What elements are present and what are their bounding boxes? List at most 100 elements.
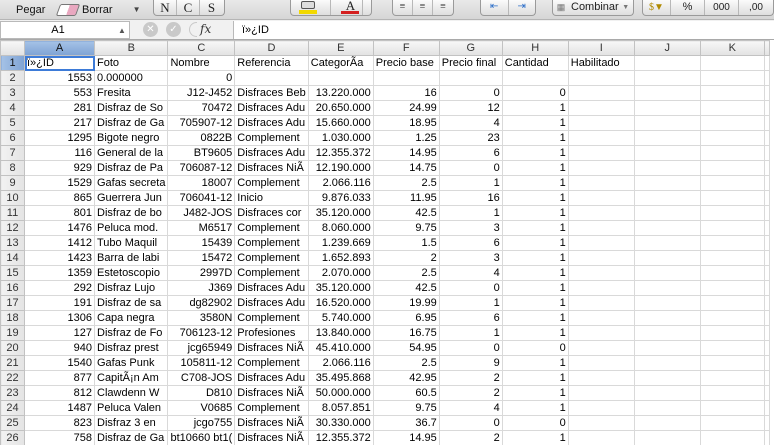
cell[interactable]: 2	[438, 370, 503, 386]
row-header[interactable]: 21	[0, 355, 25, 371]
align-center-icon[interactable]: ≡	[413, 0, 433, 15]
cell[interactable]: 0	[501, 415, 569, 431]
cell[interactable]	[699, 280, 765, 296]
cell[interactable]	[567, 85, 635, 101]
cell[interactable]	[763, 370, 770, 386]
cell[interactable]	[763, 415, 770, 431]
cell[interactable]	[567, 160, 635, 176]
cell[interactable]	[633, 295, 701, 311]
cell[interactable]: 0	[501, 85, 569, 101]
cell[interactable]: Capa negra	[93, 310, 169, 326]
cell[interactable]: 1	[501, 400, 569, 416]
cell[interactable]	[763, 175, 770, 191]
cell[interactable]: Disfraz de Fo	[93, 325, 169, 341]
cell[interactable]: 1	[438, 295, 503, 311]
cell[interactable]	[763, 400, 770, 416]
cell[interactable]	[763, 130, 770, 146]
row-header[interactable]: 26	[0, 430, 25, 445]
cell[interactable]: 1540	[24, 355, 95, 371]
cell[interactable]: 11.95	[372, 190, 440, 206]
cell[interactable]	[633, 115, 701, 131]
cell[interactable]: Habilitado	[567, 55, 635, 71]
cell[interactable]	[763, 205, 770, 221]
row-header[interactable]: 8	[0, 160, 25, 176]
cell[interactable]: 9.75	[372, 220, 440, 236]
cell[interactable]: Disfraz de Pa	[93, 160, 169, 176]
cell[interactable]: 23	[438, 130, 503, 146]
row-header[interactable]: 2	[0, 70, 25, 86]
cell[interactable]	[763, 340, 770, 356]
cell[interactable]	[633, 310, 701, 326]
cell[interactable]: Disfraz de bo	[93, 205, 169, 221]
cell[interactable]	[633, 265, 701, 281]
row-header[interactable]: 12	[0, 220, 25, 236]
cell[interactable]: Complement	[234, 250, 309, 266]
cell[interactable]: Disfraces Adu	[234, 115, 309, 131]
cell[interactable]: 8.057.851	[307, 400, 374, 416]
column-header[interactable]: B	[93, 40, 169, 56]
cell[interactable]: 1	[501, 145, 569, 161]
cell[interactable]: 1	[501, 205, 569, 221]
cell[interactable]: 19.99	[372, 295, 440, 311]
cell[interactable]: BT9605	[167, 145, 236, 161]
function-button[interactable]: fx	[200, 22, 211, 36]
cell[interactable]: 0	[438, 415, 503, 431]
cell[interactable]	[633, 235, 701, 251]
cell[interactable]	[763, 145, 770, 161]
cell[interactable]: 553	[24, 85, 95, 101]
cell[interactable]	[567, 370, 635, 386]
cell[interactable]: 877	[24, 370, 95, 386]
cell[interactable]	[699, 325, 765, 341]
font-color-button[interactable]: A	[331, 0, 371, 15]
cell[interactable]: 24.99	[372, 100, 440, 116]
confirm-icon[interactable]: ✓	[166, 22, 181, 37]
cell[interactable]	[567, 280, 635, 296]
cell[interactable]: 1	[501, 175, 569, 191]
cell[interactable]: J12-J452	[167, 85, 236, 101]
cell[interactable]	[633, 385, 701, 401]
cell[interactable]: CapitÃ¡n Am	[93, 370, 169, 386]
cell[interactable]	[633, 70, 701, 86]
cell[interactable]	[699, 250, 765, 266]
cell[interactable]: 116	[24, 145, 95, 161]
cell[interactable]	[633, 100, 701, 116]
column-header[interactable]: H	[501, 40, 569, 56]
column-header[interactable]: G	[438, 40, 503, 56]
cell[interactable]: 5.740.000	[307, 310, 374, 326]
cell[interactable]: Precio final	[438, 55, 503, 71]
cell[interactable]: Estetoscopio	[93, 265, 169, 281]
indent-icon[interactable]: ⇥	[509, 0, 536, 15]
cell[interactable]: 1	[501, 250, 569, 266]
cell[interactable]: 2.066.116	[307, 175, 374, 191]
cell[interactable]	[567, 145, 635, 161]
cell[interactable]	[567, 250, 635, 266]
cell[interactable]: Disfraces Adu	[234, 100, 309, 116]
cell[interactable]	[567, 235, 635, 251]
cell[interactable]: 0822B	[167, 130, 236, 146]
cell[interactable]: Disfraces Adu	[234, 370, 309, 386]
cell[interactable]	[699, 415, 765, 431]
cell[interactable]: 9	[438, 355, 503, 371]
cell[interactable]: Fresita	[93, 85, 169, 101]
cell[interactable]: Disfraz 3 en	[93, 415, 169, 431]
cell[interactable]: M6517	[167, 220, 236, 236]
cell[interactable]: 42.5	[372, 205, 440, 221]
cell[interactable]: 1	[501, 115, 569, 131]
row-header[interactable]: 5	[0, 115, 25, 131]
cell[interactable]: jcg65949	[167, 340, 236, 356]
cell[interactable]: 2.5	[372, 265, 440, 281]
cell[interactable]	[699, 310, 765, 326]
cell[interactable]: 1	[501, 190, 569, 206]
cell[interactable]: Disfraces NiÃ	[234, 340, 309, 356]
cell[interactable]: Complement	[234, 310, 309, 326]
cell[interactable]: 36.7	[372, 415, 440, 431]
updown-arrow-icon[interactable]: ▲	[115, 26, 129, 35]
cell[interactable]	[763, 250, 770, 266]
cell[interactable]	[763, 100, 770, 116]
cell[interactable]: Complement	[234, 175, 309, 191]
italic-button[interactable]: C	[177, 0, 200, 15]
row-header[interactable]: 22	[0, 370, 25, 386]
cell[interactable]	[763, 430, 770, 445]
cell[interactable]: General de la	[93, 145, 169, 161]
cell[interactable]	[699, 355, 765, 371]
